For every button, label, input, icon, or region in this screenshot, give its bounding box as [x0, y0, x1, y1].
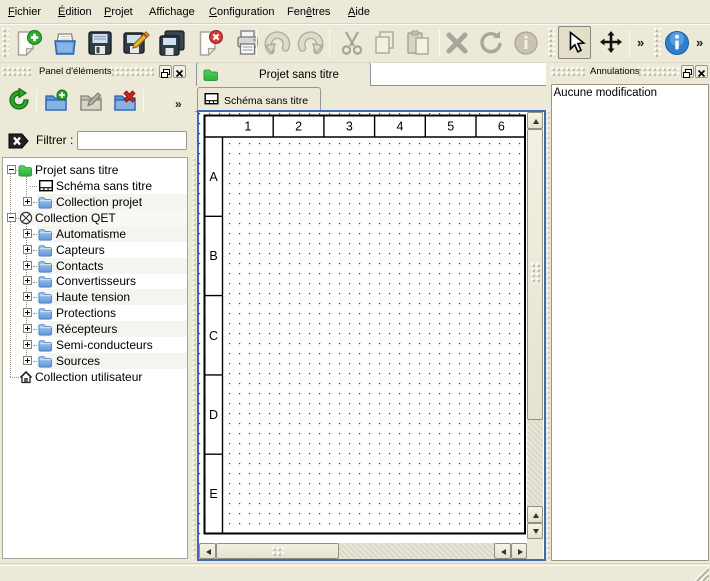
svg-text:D: D [209, 408, 218, 422]
svg-text:2: 2 [295, 120, 302, 134]
svg-text:6: 6 [498, 120, 505, 134]
svg-text:4: 4 [397, 120, 404, 134]
svg-text:A: A [209, 170, 218, 184]
svg-text:1: 1 [244, 120, 251, 134]
svg-text:E: E [209, 487, 217, 501]
svg-text:5: 5 [447, 120, 454, 134]
svg-text:B: B [209, 249, 217, 263]
svg-text:3: 3 [346, 120, 353, 134]
svg-text:C: C [209, 329, 218, 343]
